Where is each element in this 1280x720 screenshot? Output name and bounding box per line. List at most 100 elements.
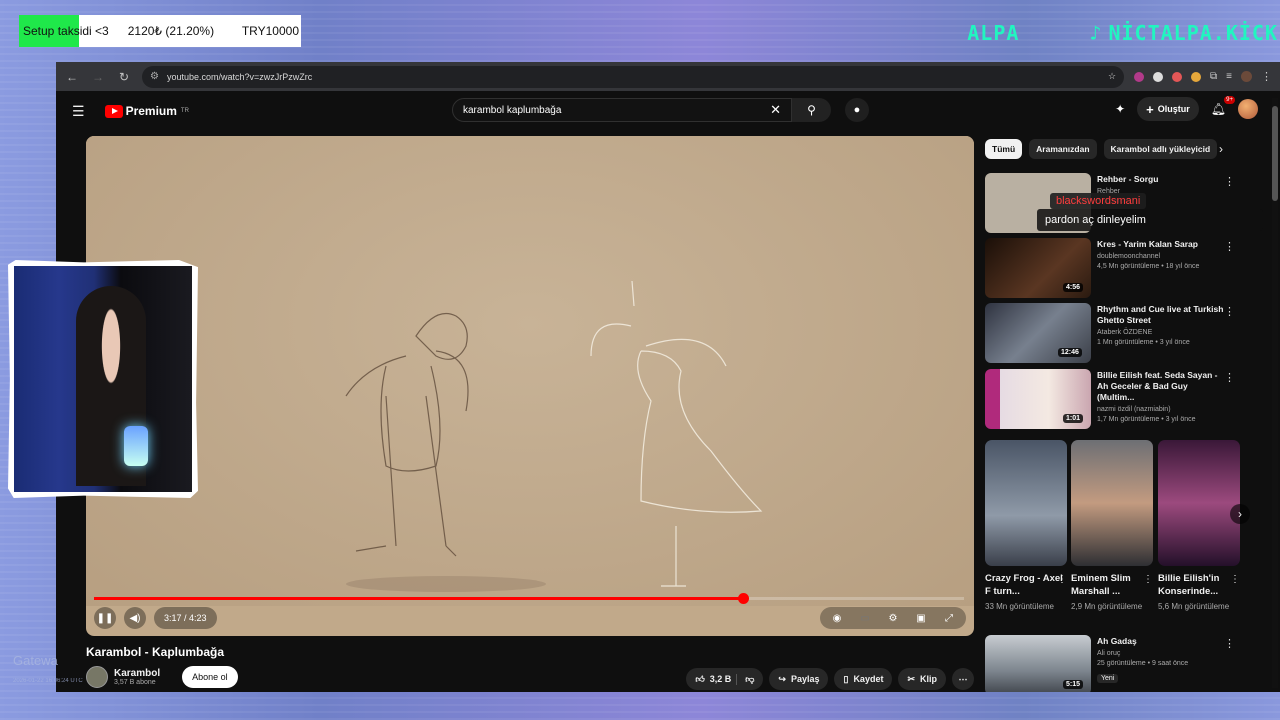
search-input[interactable] <box>463 104 771 116</box>
captions-icon[interactable]: ▭ <box>854 613 876 624</box>
clear-search-icon[interactable]: ✕ <box>770 102 781 118</box>
related-meta: 4,5 Mn görüntüleme • 18 yıl önce <box>1097 263 1200 270</box>
puzzle-icon[interactable]: ⧉ <box>1210 71 1217 82</box>
filter-chips: Tümü Aramanızdan Karambol adlı yükleyici… <box>985 139 1218 159</box>
chip-from-search[interactable]: Aramanızdan <box>1029 139 1097 159</box>
related-channel[interactable]: Ali oruç <box>1097 650 1227 657</box>
video-player[interactable]: ❚❚ ◀) 3:17 / 4:23 ◉ ▭ ⚙ ▣ ⤢ <box>86 136 974 636</box>
related-title[interactable]: Billie Eilish feat. Seda Sayan - Ah Gece… <box>1097 370 1227 403</box>
voice-search-button[interactable]: ● <box>845 98 869 122</box>
related-title[interactable]: Ah Gadaş <box>1097 636 1227 647</box>
short-item[interactable]: Billie Eilish'in Konserinde... 5,6 Mn gö… <box>1158 440 1240 611</box>
channel-avatar[interactable] <box>86 666 108 688</box>
related-meta: 1 Mn görüntüleme • 3 yıl önce <box>1097 339 1190 346</box>
save-label: Kaydet <box>853 674 884 684</box>
progress-played <box>94 597 744 600</box>
thumbs-down-icon[interactable]: 👎︎ <box>736 673 754 685</box>
lamp-glow <box>124 426 148 466</box>
bookmark-star-icon[interactable]: ☆ <box>1108 71 1116 82</box>
short-title[interactable]: Crazy Frog - Axel F turn... <box>985 572 1067 598</box>
chevron-right-icon[interactable]: › <box>1219 142 1223 156</box>
related-channel[interactable]: nazmi özdil (nazmiabin) <box>1097 406 1227 413</box>
more-options-icon[interactable]: ⋮ <box>1224 175 1235 188</box>
chip-all[interactable]: Tümü <box>985 139 1023 159</box>
like-count: 3,2 B <box>709 674 732 684</box>
more-options-icon[interactable]: ⋮ <box>1143 574 1153 585</box>
extension-icon[interactable] <box>1153 71 1164 82</box>
address-bar[interactable]: ⚙ youtube.com/watch?v=zwzJrPzwZrc ☆ <box>142 65 1125 88</box>
more-options-icon[interactable]: ⋮ <box>1230 574 1240 585</box>
gift-icon[interactable]: ✦ <box>1115 102 1125 116</box>
share-button[interactable]: ↪ Paylaş <box>769 668 829 690</box>
related-meta: 25 görüntüleme • 9 saat önce <box>1097 660 1189 667</box>
short-views: 2,9 Mn görüntüleme <box>1071 602 1143 611</box>
pause-icon: ❚❚ <box>96 612 114 624</box>
short-title[interactable]: Eminem Slim Marshall ... <box>1071 572 1153 598</box>
extension-icon[interactable] <box>1191 71 1202 82</box>
related-video[interactable]: 4:56 Kres - Yarim Kalan Sarap doublemoonc… <box>985 238 1235 298</box>
donation-goal: TRY10000 <box>241 24 299 38</box>
progress-bar[interactable] <box>94 593 964 604</box>
scrollbar-thumb[interactable] <box>1272 106 1278 201</box>
autoplay-toggle-icon[interactable]: ◉ <box>826 613 848 624</box>
watermark-text: Gatewa <box>13 653 58 668</box>
create-button[interactable]: + Oluştur <box>1137 97 1199 121</box>
brand-handle: ♪ NİCTALPA.KİCK <box>1089 21 1278 45</box>
hamburger-menu-icon[interactable]: ☰ <box>72 103 85 120</box>
related-title[interactable]: Rehber - Sorgu <box>1097 174 1227 185</box>
related-channel[interactable]: Ataberk ÖZDENE <box>1097 329 1227 336</box>
extension-icon[interactable] <box>1172 71 1183 82</box>
more-options-icon[interactable]: ⋮ <box>1224 305 1235 318</box>
related-title[interactable]: Kres - Yarim Kalan Sarap <box>1097 239 1227 250</box>
player-right-controls: ◉ ▭ ⚙ ▣ ⤢ <box>820 607 966 629</box>
forward-icon[interactable]: → <box>90 69 106 85</box>
miniplayer-icon[interactable]: ▣ <box>910 613 932 624</box>
subscriber-count: 3,57 B abone <box>114 679 156 686</box>
extension-icon[interactable] <box>1134 71 1145 82</box>
more-options-icon[interactable]: ⋮ <box>1224 371 1235 384</box>
duration-badge: 1:01 <box>1063 414 1084 423</box>
notifications-bell-icon[interactable]: 🔔︎ 9+ <box>1211 96 1235 116</box>
reload-icon[interactable]: ↻ <box>116 69 132 85</box>
related-channel[interactable]: doublemoonchannel <box>1097 253 1227 260</box>
site-info-icon[interactable]: ⚙ <box>150 71 159 82</box>
account-avatar[interactable] <box>1238 99 1258 119</box>
menu-dots-icon[interactable]: ⋮ <box>1261 70 1272 83</box>
save-button[interactable]: ▯ Kaydet <box>834 668 893 690</box>
channel-name[interactable]: Karambol <box>114 668 160 679</box>
media-icon[interactable]: ≡ <box>1226 71 1232 82</box>
page-scrollbar[interactable] <box>1272 98 1278 688</box>
chip-uploader[interactable]: Karambol adlı yükleyicid <box>1103 139 1218 159</box>
search-button[interactable]: ⚲ <box>792 98 831 122</box>
short-views: 33 Mn görüntüleme <box>985 602 1054 611</box>
clip-button[interactable]: ✂ Klip <box>898 668 946 690</box>
chevron-right-icon[interactable]: › <box>1230 504 1250 524</box>
watermark-timestamp: 2026-01-22 16:06:24 UTC <box>13 678 83 684</box>
like-button[interactable]: 👍︎ 3,2 B 👎︎ <box>686 668 764 690</box>
notification-badge: 9+ <box>1224 96 1235 104</box>
share-label: Paylaş <box>790 674 820 684</box>
more-actions-button[interactable]: ⋯ <box>952 668 974 690</box>
back-icon[interactable]: ← <box>64 69 80 85</box>
related-video[interactable]: 12:46 Rhythm and Cue live at Turkish Ghe… <box>985 303 1235 363</box>
volume-button[interactable]: ◀) <box>124 607 146 629</box>
related-video[interactable]: 1:01 Billie Eilish feat. Seda Sayan - Ah… <box>985 369 1235 429</box>
thumbs-up-icon: 👍︎ <box>695 673 705 684</box>
youtube-premium-logo[interactable]: Premium TR <box>104 104 189 118</box>
related-title[interactable]: Rhythm and Cue live at Turkish Ghetto St… <box>1097 304 1227 326</box>
short-views: 5,6 Mn görüntüleme <box>1158 602 1230 611</box>
fullscreen-icon[interactable]: ⤢ <box>938 613 960 624</box>
short-title[interactable]: Billie Eilish'in Konserinde... <box>1158 572 1240 598</box>
short-item[interactable]: Eminem Slim Marshall ... 2,9 Mn görüntül… <box>1071 440 1153 611</box>
short-item[interactable]: Crazy Frog - Axel F turn... 33 Mn görünt… <box>985 440 1067 611</box>
related-video[interactable]: 5:15 Ah Gadaş Ali oruç 25 görüntüleme • 9 … <box>985 635 1235 692</box>
pause-button[interactable]: ❚❚ <box>94 607 116 629</box>
search-box: ✕ <box>452 98 792 122</box>
settings-gear-icon[interactable]: ⚙ <box>882 613 904 624</box>
more-options-icon[interactable]: ⋮ <box>1057 574 1067 585</box>
profile-icon[interactable] <box>1241 71 1252 82</box>
time-display: 3:17 / 4:23 <box>154 607 217 629</box>
subscribe-button[interactable]: Abone ol <box>182 666 238 688</box>
more-options-icon[interactable]: ⋮ <box>1224 240 1235 253</box>
more-options-icon[interactable]: ⋮ <box>1224 637 1235 650</box>
